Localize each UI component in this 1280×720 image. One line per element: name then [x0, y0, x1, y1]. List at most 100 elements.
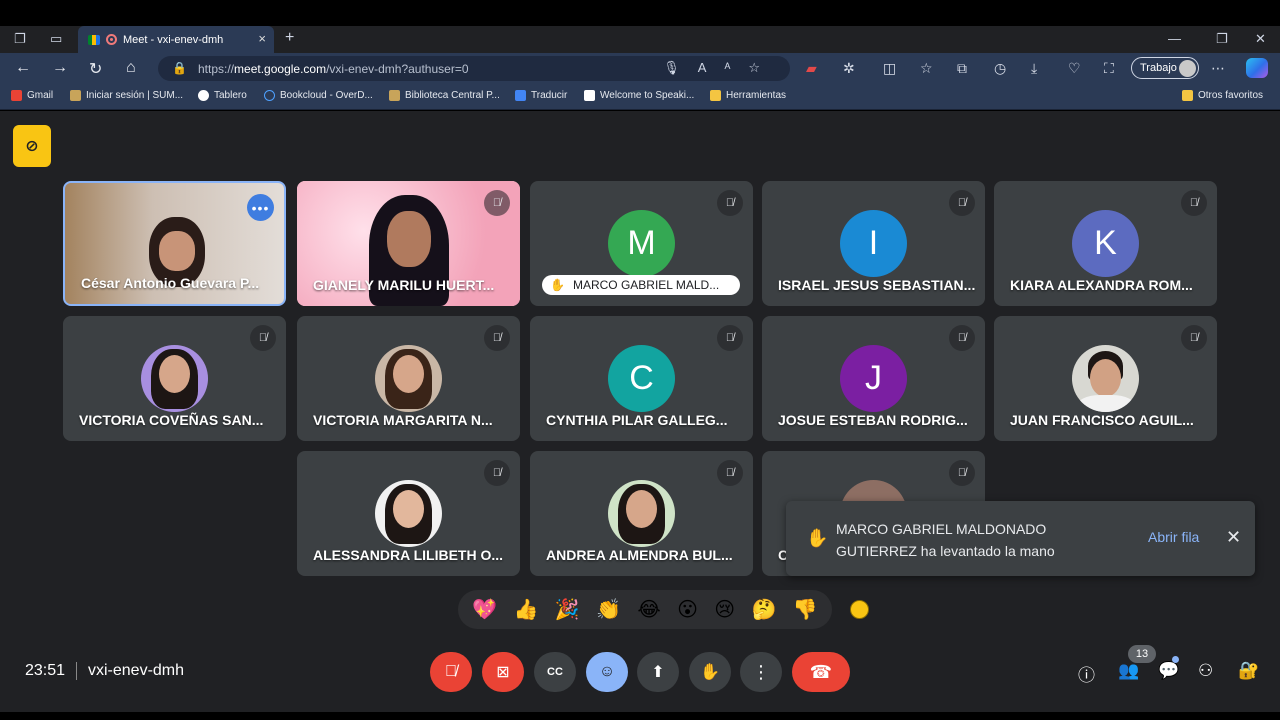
tab-strip: ❐ ▭ Meet - vxi-enev-dmh × + — ❐ ✕ — [0, 26, 1280, 53]
reaction-party-icon[interactable]: 🎉 — [555, 597, 580, 622]
participant-tile[interactable]: 🎙̸ ANDREA ALMENDRA BUL... — [530, 451, 753, 576]
bookmark-tablero[interactable]: Tablero — [198, 90, 247, 101]
home-icon[interactable]: ⌂ — [126, 59, 136, 77]
restore-icon[interactable]: ❐ — [1216, 31, 1228, 47]
camera-toggle-button[interactable]: ⊠ — [482, 652, 524, 692]
bookcloud-icon — [264, 90, 275, 101]
more-options-icon: ⋮ — [752, 661, 770, 682]
forward-icon[interactable]: → — [52, 59, 68, 77]
reaction-thinking-icon[interactable]: 🤔 — [752, 597, 777, 622]
participant-tile[interactable]: K 🎙̸ KIARA ALEXANDRA ROM... — [994, 181, 1217, 306]
reaction-surprised-icon[interactable]: 😮 — [677, 597, 698, 622]
bookmark-traducir[interactable]: Traducir — [515, 90, 567, 101]
meeting-details-icon[interactable]: ⓘ — [1078, 661, 1095, 686]
participant-tile[interactable]: 🎙̸ GIANELY MARILU HUERT... — [297, 181, 520, 306]
performance-icon[interactable]: ♡ — [1068, 60, 1081, 77]
minimize-icon[interactable]: — — [1168, 31, 1181, 46]
participant-tile[interactable]: 🎙̸ VICTORIA MARGARITA N... — [297, 316, 520, 441]
reaction-thumbs-down-icon[interactable]: 👎 — [793, 597, 818, 622]
tab-actions-icon[interactable]: ▭ — [50, 31, 62, 47]
more-options-button[interactable]: ⋮ — [740, 652, 782, 692]
bookmark-bookcloud[interactable]: Bookcloud - OverD... — [264, 90, 373, 101]
activities-icon[interactable]: ⚇ — [1198, 661, 1213, 681]
participant-tile[interactable]: 🎙̸ VICTORIA COVEÑAS SAN... — [63, 316, 286, 441]
avatar — [375, 480, 442, 547]
mic-off-icon: 🎙̸ — [949, 325, 975, 351]
reactions-bar: 💖 👍 🎉 👏 😂 😮 😢 🤔 👎 — [458, 590, 832, 629]
profile-button[interactable]: Trabajo — [1131, 57, 1199, 79]
new-tab-button[interactable]: + — [285, 29, 294, 47]
reaction-laugh-icon[interactable]: 😂 — [637, 597, 660, 622]
chat-icon[interactable]: 💬 — [1158, 661, 1179, 681]
downloads-icon[interactable]: ⤓ — [1031, 60, 1037, 77]
bookmark-welcome[interactable]: Welcome to Speaki... — [584, 90, 694, 101]
split-screen-icon[interactable]: ◫ — [883, 60, 896, 77]
history-icon[interactable]: ◷ — [994, 60, 1006, 77]
extensions-icon[interactable]: ✲ — [843, 60, 855, 77]
mic-off-icon: 🎙̸ — [484, 325, 510, 351]
leave-call-button[interactable]: ☎ — [792, 652, 850, 692]
refresh-icon[interactable]: ↻ — [89, 59, 102, 79]
address-bar-row: ← → ↻ ⌂ 🔒 https:// meet.google.com /vxi-… — [0, 53, 1280, 84]
participant-name: César Antonio Guevara P... — [81, 275, 260, 291]
favorites-icon[interactable]: ☆ — [920, 60, 933, 77]
present-icon: ⬆ — [651, 664, 665, 681]
mic-off-icon: 🎙̸ — [949, 190, 975, 216]
captions-off-badge-icon[interactable]: ⊘ — [13, 125, 51, 167]
avatar: K — [1072, 210, 1139, 277]
reaction-sad-icon[interactable]: 😢 — [714, 597, 735, 622]
open-queue-button[interactable]: Abrir fila — [1148, 529, 1199, 545]
url-action-icons[interactable]: 🎙Aᴬ☆ — [663, 60, 778, 76]
avatar: M — [608, 210, 675, 277]
bookmark-herramientas[interactable]: Herramientas — [710, 90, 786, 101]
camera-off-icon: ⊠ — [496, 664, 510, 681]
present-button[interactable]: ⬆ — [637, 652, 679, 692]
captions-button[interactable]: CC — [534, 652, 576, 692]
participant-tile[interactable]: I 🎙̸ ISRAEL JESUS SEBASTIAN... — [762, 181, 985, 306]
bookmarks-bar: Gmail Iniciar sesión | SUM... Tablero Bo… — [0, 84, 1280, 110]
skin-tone-icon[interactable] — [850, 600, 869, 619]
hand-raised-notification: ✋ MARCO GABRIEL MALDONADO GUTIERREZ ha l… — [786, 501, 1255, 576]
host-controls-icon[interactable]: 🔐 — [1238, 661, 1259, 681]
bookmark-sum[interactable]: Iniciar sesión | SUM... — [70, 90, 183, 101]
participant-tile[interactable]: 🎙̸ ALESSANDRA LILIBETH O... — [297, 451, 520, 576]
profile-avatar — [1179, 60, 1196, 77]
participant-name: MARCO GABRIEL MALD... — [572, 278, 720, 292]
participant-tile[interactable]: ••• César Antonio Guevara P... — [63, 181, 286, 306]
face — [387, 211, 431, 267]
people-icon[interactable]: 👥 — [1118, 661, 1139, 681]
copilot-icon[interactable] — [1246, 58, 1268, 78]
extension-icon[interactable]: ▰ — [806, 60, 817, 77]
workspaces-icon[interactable]: ❐ — [14, 31, 26, 47]
mic-off-icon: 🎙̸ — [1181, 190, 1207, 216]
mic-off-icon: 🎙̸ — [1181, 325, 1207, 351]
mic-off-icon: 🎙̸ — [484, 190, 510, 216]
participant-tile[interactable]: 🎙̸ JUAN FRANCISCO AGUIL... — [994, 316, 1217, 441]
participant-tile[interactable]: M 🎙̸ ✋ MARCO GABRIEL MALD... — [530, 181, 753, 306]
mic-toggle-button[interactable]: 🎙̸ — [430, 652, 472, 692]
recording-icon — [106, 34, 117, 45]
more-options-icon[interactable]: ••• — [247, 194, 274, 221]
bookmark-gmail[interactable]: Gmail — [11, 90, 53, 101]
participant-tile[interactable]: J 🎙̸ JOSUE ESTEBAN RODRIG... — [762, 316, 985, 441]
reaction-thumbs-up-icon[interactable]: 👍 — [513, 597, 538, 622]
participant-tile[interactable]: C 🎙̸ CYNTHIA PILAR GALLEG... — [530, 316, 753, 441]
close-icon[interactable]: ✕ — [1226, 527, 1241, 548]
back-icon[interactable]: ← — [15, 59, 31, 77]
participant-name: GIANELY MARILU HUERT... — [313, 277, 495, 293]
screenshot-icon[interactable]: ⛶ — [1104, 60, 1114, 77]
emoji-button[interactable]: ☺ — [586, 652, 628, 692]
bookmark-otros[interactable]: Otros favoritos — [1182, 90, 1263, 101]
settings-more-icon[interactable]: ⋯ — [1211, 60, 1225, 77]
raise-hand-button[interactable]: ✋ — [689, 652, 731, 692]
reaction-clap-icon[interactable]: 👏 — [596, 597, 621, 622]
url-field[interactable]: 🔒 https:// meet.google.com /vxi-enev-dmh… — [158, 56, 790, 81]
face — [159, 231, 195, 271]
window-close-icon[interactable]: ✕ — [1255, 31, 1266, 47]
reaction-heart-icon[interactable]: 💖 — [472, 597, 497, 622]
tab-meet[interactable]: Meet - vxi-enev-dmh × — [78, 26, 274, 53]
gmail-icon — [11, 90, 22, 101]
collections-icon[interactable]: ⧉ — [957, 60, 967, 77]
tab-close-icon[interactable]: × — [258, 31, 266, 46]
bookmark-biblioteca[interactable]: Biblioteca Central P... — [389, 90, 500, 101]
